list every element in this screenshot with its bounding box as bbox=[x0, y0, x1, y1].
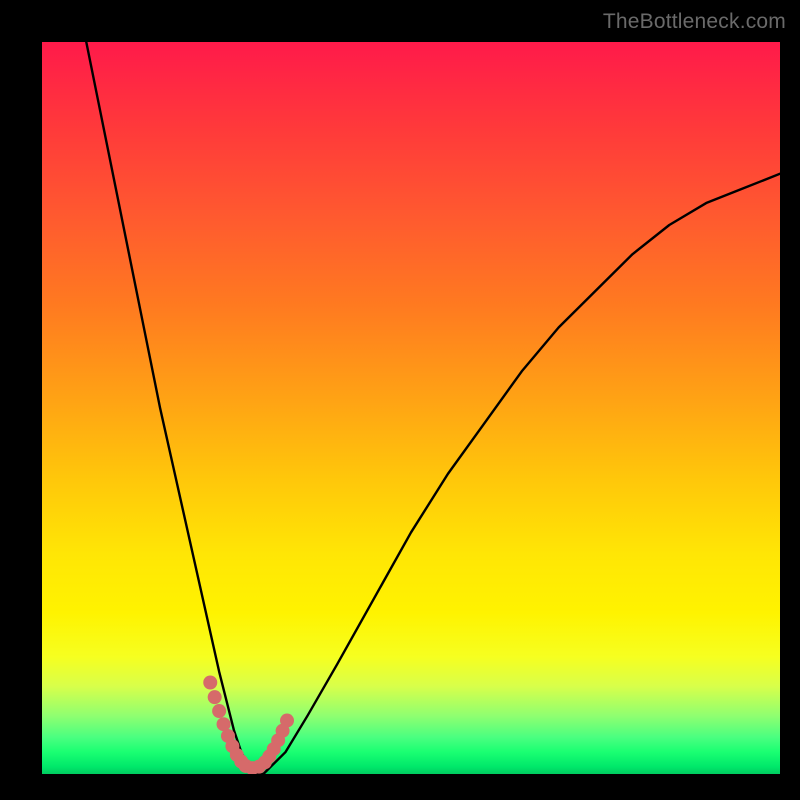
marker-dot bbox=[212, 704, 226, 718]
selected-range-markers bbox=[203, 676, 294, 775]
marker-dot bbox=[280, 714, 294, 728]
plot-area bbox=[42, 42, 780, 774]
curve-layer bbox=[42, 42, 780, 774]
chart-frame: TheBottleneck.com bbox=[0, 0, 800, 800]
marker-dot bbox=[208, 690, 222, 704]
bottleneck-curve bbox=[86, 42, 780, 774]
marker-dot bbox=[203, 676, 217, 690]
watermark-text: TheBottleneck.com bbox=[603, 10, 786, 34]
